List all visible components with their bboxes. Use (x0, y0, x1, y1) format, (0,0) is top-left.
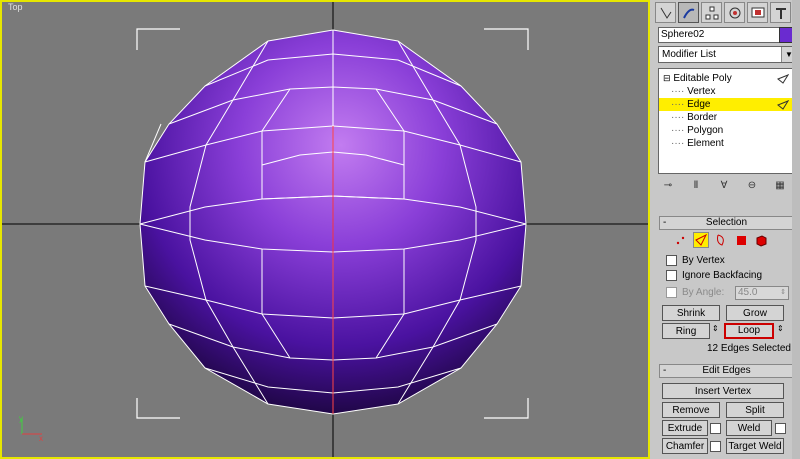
by-angle-value: 45.0 (738, 287, 758, 298)
utilities-icon[interactable] (770, 2, 791, 23)
stack-item-editable-poly[interactable]: ⊟ Editable Poly (663, 72, 793, 85)
stack-item-label: Editable Poly (673, 73, 732, 84)
ring-button[interactable]: Ring (662, 323, 710, 339)
hierarchy-icon[interactable] (701, 2, 722, 23)
checkbox-box[interactable] (666, 270, 677, 281)
pin-stack-icon[interactable]: ⊸ (659, 178, 677, 192)
show-end-result-icon[interactable]: Ⅱ (687, 178, 705, 192)
panel-scrollbar[interactable] (792, 0, 800, 459)
collapse-icon: ⊟ (663, 73, 671, 83)
viewport-label[interactable]: Top (8, 2, 23, 12)
viewport-top[interactable]: Top y x (0, 0, 650, 459)
selection-rollout-header[interactable]: - Selection (659, 216, 794, 230)
svg-text:x: x (39, 434, 43, 442)
extrude-settings-icon[interactable] (710, 423, 721, 434)
object-name-field[interactable]: Sphere02 (658, 27, 782, 43)
configure-modifier-sets-icon[interactable]: ▦ (771, 178, 789, 192)
svg-text:y: y (19, 414, 23, 423)
weld-settings-icon[interactable] (775, 423, 786, 434)
vertex-level-icon[interactable] (673, 232, 689, 248)
stack-item-element[interactable]: ···· Element (671, 137, 797, 150)
checkbox-box[interactable] (666, 287, 677, 298)
selection-status: 12 Edges Selected (707, 343, 791, 354)
edge-level-icon[interactable] (693, 232, 709, 248)
create-icon[interactable] (655, 2, 676, 23)
edit-edges-rollout-header[interactable]: - Edit Edges (659, 364, 794, 378)
edit-poly-icon (777, 74, 789, 84)
stack-item-vertex[interactable]: ···· Vertex (671, 85, 797, 98)
by-vertex-checkbox[interactable]: By Vertex (666, 255, 725, 266)
loop-spinner-icon[interactable]: ⇕ (777, 324, 784, 333)
stack-item-label: Element (687, 138, 724, 149)
command-panel-tabs (655, 2, 797, 26)
motion-icon[interactable] (724, 2, 745, 23)
extrude-button[interactable]: Extrude (662, 420, 708, 436)
chamfer-settings-icon[interactable] (710, 441, 721, 452)
command-panel: Sphere02 Modifier List ▼ ⊟ Editable Poly… (651, 0, 800, 459)
stack-item-label: Edge (687, 99, 711, 110)
stack-item-label: Vertex (687, 86, 716, 97)
shrink-button[interactable]: Shrink (662, 305, 720, 321)
stack-item-border[interactable]: ···· Border (671, 111, 797, 124)
stack-toolbar: ⊸ Ⅱ ∀ ⊖ ▦ (659, 178, 797, 194)
ignore-backfacing-checkbox[interactable]: Ignore Backfacing (666, 270, 762, 281)
checkbox-label: Ignore Backfacing (682, 270, 763, 281)
axis-tripod-icon: y x (19, 414, 43, 442)
checkbox-label: By Angle: (682, 287, 725, 298)
chamfer-button[interactable]: Chamfer (662, 438, 708, 454)
border-level-icon[interactable] (713, 232, 729, 248)
stack-item-polygon[interactable]: ···· Polygon (671, 124, 797, 137)
by-angle-checkbox[interactable]: By Angle: (666, 287, 724, 298)
stack-item-label: Polygon (687, 125, 724, 136)
rollout-title: Edit Edges (702, 365, 751, 376)
modifier-stack: ⊟ Editable Poly ···· Vertex ···· Edge ··… (658, 68, 798, 174)
loop-button[interactable]: Loop (724, 323, 774, 339)
display-icon[interactable] (747, 2, 768, 23)
checkbox-label: By Vertex (682, 255, 725, 266)
make-unique-icon[interactable]: ∀ (715, 178, 733, 192)
remove-modifier-icon[interactable]: ⊖ (743, 178, 761, 192)
insert-vertex-button[interactable]: Insert Vertex (662, 383, 784, 399)
checkbox-box[interactable] (666, 255, 677, 266)
active-viewport-border (0, 0, 650, 459)
subobject-level-icons (673, 232, 769, 248)
element-level-icon[interactable] (753, 232, 769, 248)
stack-item-label: Border (687, 112, 718, 123)
modifier-list-dropdown[interactable]: Modifier List ▼ (658, 46, 797, 63)
weld-button[interactable]: Weld (726, 420, 772, 436)
by-angle-spinner[interactable]: 45.0 ⇕ (735, 286, 789, 300)
stack-item-edge[interactable]: ···· Edge (659, 98, 797, 111)
ring-spinner-icon[interactable]: ⇕ (712, 324, 719, 333)
grow-button[interactable]: Grow (726, 305, 784, 321)
remove-button[interactable]: Remove (662, 402, 720, 418)
rollout-title: Selection (705, 217, 748, 228)
split-button[interactable]: Split (726, 402, 784, 418)
modifier-list-label: Modifier List (662, 49, 716, 60)
edge-mode-icon (777, 100, 789, 110)
polygon-level-icon[interactable] (733, 232, 749, 248)
modify-icon[interactable] (678, 2, 699, 23)
target-weld-button[interactable]: Target Weld (726, 438, 784, 454)
